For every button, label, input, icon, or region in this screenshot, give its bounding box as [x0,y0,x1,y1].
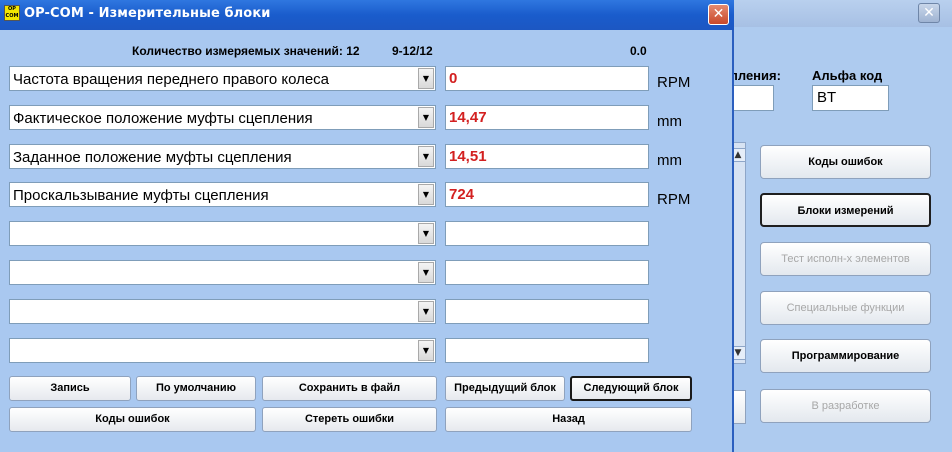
measurement-select-1[interactable]: Частота вращения переднего правого колес… [9,66,436,91]
alpha-code-label: Альфа код [812,68,883,83]
chevron-down-icon[interactable]: ▼ [418,340,434,361]
chevron-down-icon[interactable]: ▼ [418,146,434,167]
alpha-code-input[interactable]: BT [812,85,889,111]
default-button[interactable]: По умолчанию [136,376,256,401]
measurement-value-8 [445,338,649,363]
measurement-select-2[interactable]: Фактическое положение муфты сцепления ▼ [9,105,436,130]
measurement-unit-1: RPM [657,74,691,91]
measurement-name: Фактическое положение муфты сцепления [13,110,313,127]
measurement-value-6 [445,260,649,285]
measurement-select-6[interactable]: ▼ [9,260,436,285]
measurement-select-8[interactable]: ▼ [9,338,436,363]
measurement-select-5[interactable]: ▼ [9,221,436,246]
opcom-app-icon: OP COM [4,5,20,21]
menu-error-codes-button[interactable]: Коды ошибок [760,145,931,179]
measurement-value-text: 724 [449,186,475,203]
measurement-value-text: 14,51 [449,148,487,165]
measurement-value-3: 14,51 [445,144,649,169]
measurement-select-3[interactable]: Заданное положение муфты сцепления ▼ [9,144,436,169]
measurement-value-5 [445,221,649,246]
measurement-value-text: 0 [449,70,458,87]
background-close-icon[interactable]: ✕ [918,3,940,23]
back-button[interactable]: Назад [445,407,692,432]
menu-special-functions-button[interactable]: Специальные функции [760,291,931,325]
menu-actuator-test-button[interactable]: Тест исполн-х элементов [760,242,931,276]
previous-block-button[interactable]: Предыдущий блок [445,376,565,401]
measurement-value-7 [445,299,649,324]
chevron-down-icon[interactable]: ▼ [418,184,434,205]
measurement-name: Заданное положение муфты сцепления [13,149,292,166]
measurement-unit-4: RPM [657,191,691,208]
chevron-down-icon[interactable]: ▼ [418,223,434,244]
measurement-value-2: 14,47 [445,105,649,130]
dialog-title: OP-COM - Измерительные блоки [24,6,271,21]
background-field-input[interactable] [730,85,774,111]
chevron-down-icon[interactable]: ▼ [418,262,434,283]
menu-programming-button[interactable]: Программирование [760,339,931,373]
block-range-label: 9-12/12 [392,44,433,58]
menu-measurement-blocks-button[interactable]: Блоки измерений [760,193,931,227]
measurement-name: Проскальзывание муфты сцепления [13,187,269,204]
measurement-value-text: 14,47 [449,109,487,126]
chevron-down-icon[interactable]: ▼ [418,107,434,128]
dialog-titlebar[interactable]: OP COM OP-COM - Измерительные блоки ✕ [0,0,734,30]
close-icon[interactable]: ✕ [708,4,729,25]
value-count-label: Количество измеряемых значений: 12 [132,44,360,58]
measurement-value-4: 724 [445,182,649,207]
measurement-value-1: 0 [445,66,649,91]
next-block-button[interactable]: Следующий блок [570,376,692,401]
refresh-rate-label: 0.0 [630,44,647,58]
chevron-down-icon[interactable]: ▼ [418,68,434,89]
measurement-name: Частота вращения переднего правого колес… [13,71,330,88]
error-codes-button[interactable]: Коды ошибок [9,407,256,432]
measurement-select-7[interactable]: ▼ [9,299,436,324]
save-to-file-button[interactable]: Сохранить в файл [262,376,437,401]
clear-errors-button[interactable]: Стереть ошибки [262,407,437,432]
measurement-unit-2: mm [657,113,682,130]
background-field-label: пления: [730,68,781,83]
measurement-select-4[interactable]: Проскальзывание муфты сцепления ▼ [9,182,436,207]
chevron-down-icon[interactable]: ▼ [418,301,434,322]
menu-in-development-button[interactable]: В разработке [760,389,931,423]
measurement-unit-3: mm [657,152,682,169]
record-button[interactable]: Запись [9,376,131,401]
measurement-blocks-dialog: OP COM OP-COM - Измерительные блоки ✕ Ко… [0,0,734,452]
